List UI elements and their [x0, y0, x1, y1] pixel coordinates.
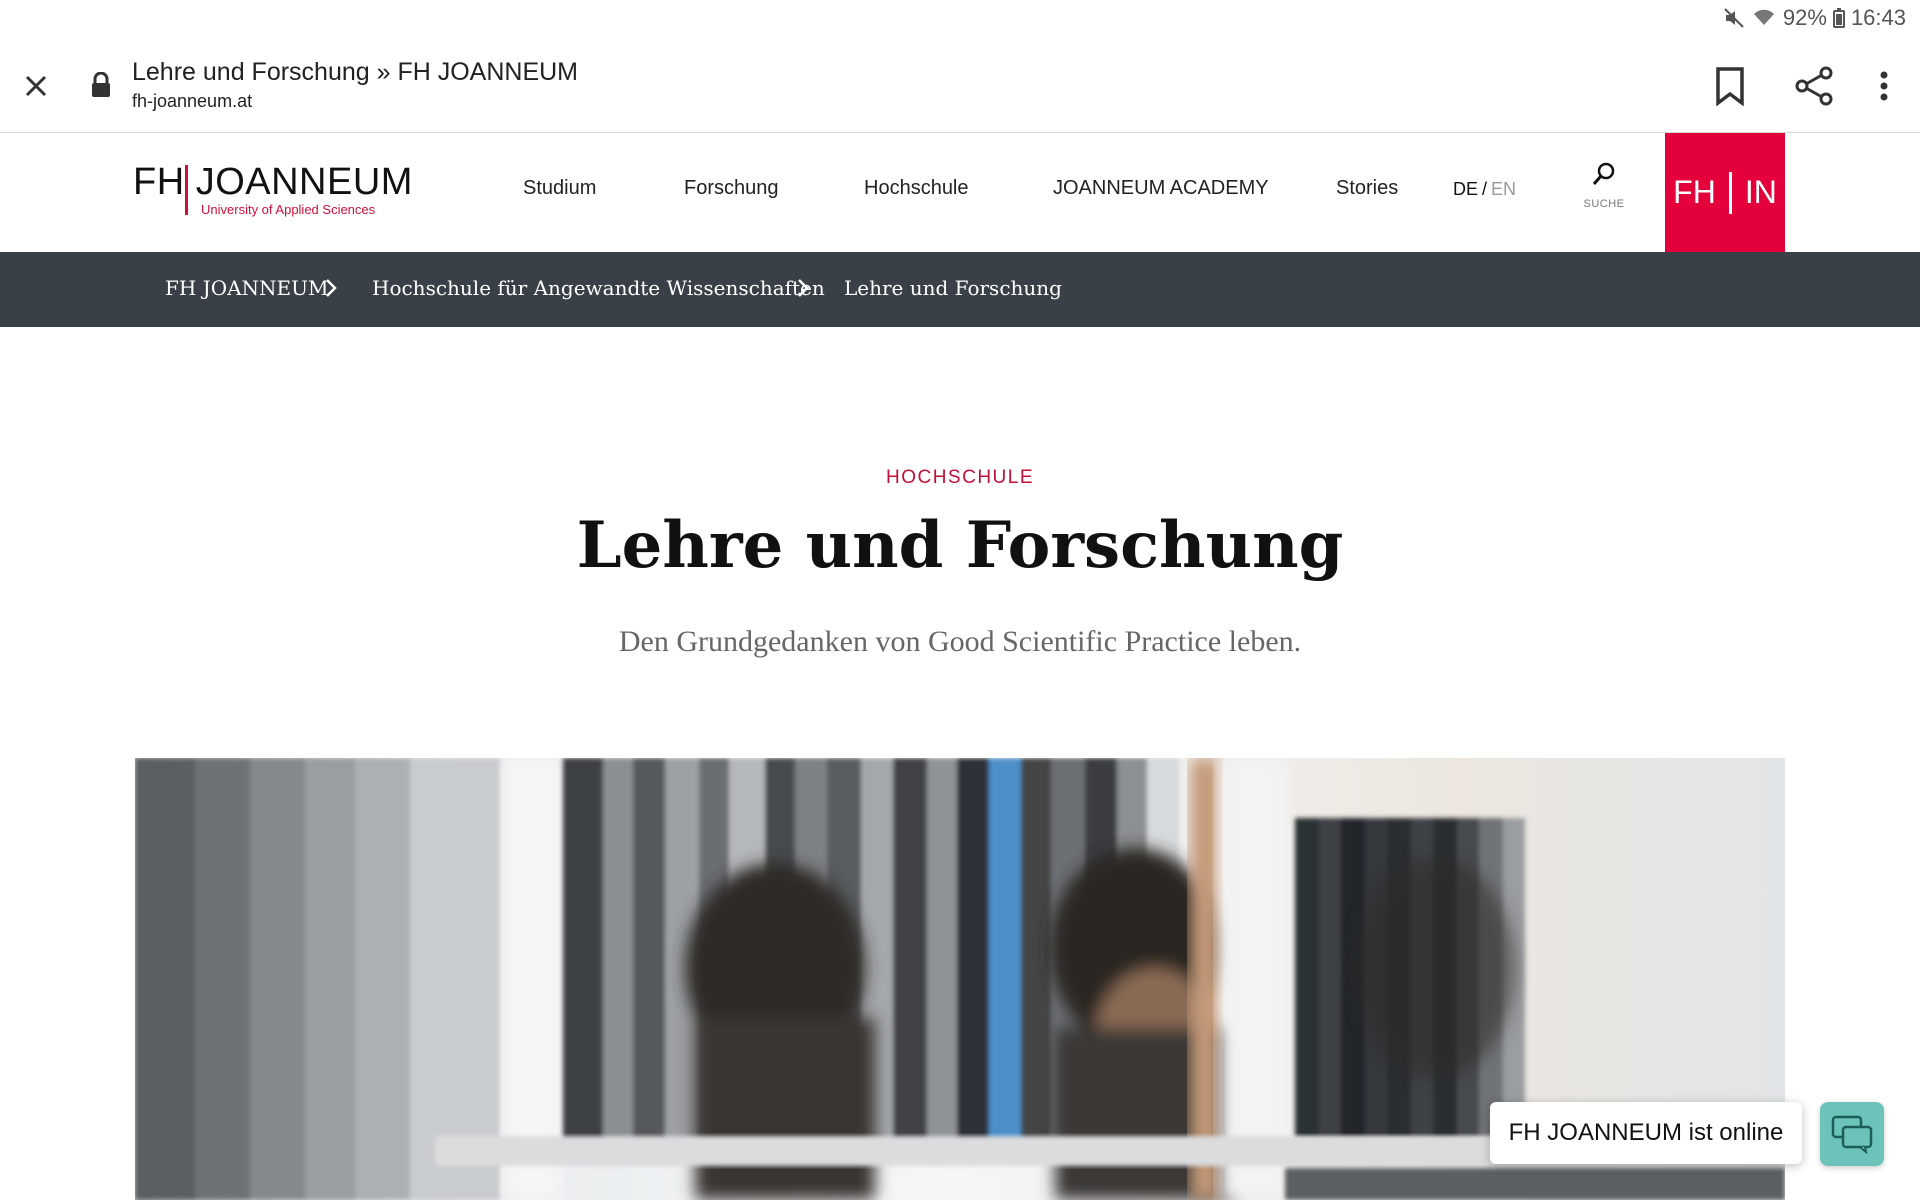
chat-icon: [1831, 1115, 1873, 1154]
nav-stories[interactable]: Stories: [1336, 177, 1398, 200]
close-icon: [25, 75, 47, 97]
page-subline: Den Grundgedanken von Good Scientific Pr…: [618, 625, 1302, 658]
site-logo[interactable]: FH JOANNEUM University of Applied Scienc…: [133, 161, 412, 221]
nav-forschung[interactable]: Forschung: [684, 177, 779, 200]
nav-studium[interactable]: Studium: [523, 177, 596, 200]
breadcrumb: FH JOANNEUM Hochschule für Angewandte Wi…: [0, 252, 1920, 327]
search-button[interactable]: SUCHE: [1570, 161, 1638, 221]
chat-status-bubble[interactable]: FH JOANNEUM ist online: [1490, 1102, 1802, 1164]
more-vert-icon: [1880, 71, 1888, 101]
fhin-divider: [1728, 171, 1732, 214]
lang-separator: /: [1482, 179, 1488, 199]
breadcrumb-item-home[interactable]: FH JOANNEUM: [165, 276, 328, 300]
share-icon: [1795, 66, 1833, 106]
site-header: FH JOANNEUM University of Applied Scienc…: [0, 133, 1920, 252]
clock: 16:43: [1850, 5, 1906, 30]
nav-hochschule[interactable]: Hochschule: [864, 177, 969, 200]
logo-subtitle: University of Applied Sciences: [201, 202, 376, 217]
wifi-icon: [1751, 7, 1777, 29]
battery-icon: [1832, 8, 1845, 28]
mute-icon: [1723, 7, 1745, 29]
more-options-button[interactable]: [1860, 62, 1908, 110]
fhin-left: FH: [1673, 174, 1716, 210]
page-headline: Lehre und Forschung: [576, 508, 1344, 583]
battery-percent: 92%: [1782, 5, 1827, 30]
fh-in-button[interactable]: FH IN: [1665, 133, 1785, 252]
status-bar: 92% 16:43: [0, 0, 1920, 38]
share-button[interactable]: [1790, 62, 1838, 110]
logo-text: FH JOANNEUM: [133, 161, 413, 203]
chat-open-button[interactable]: [1820, 1102, 1884, 1166]
section-kicker: HOCHSCHULE: [885, 467, 1035, 488]
page-url[interactable]: fh-joanneum.at: [132, 91, 252, 112]
chevron-right-icon: [324, 278, 338, 303]
browser-toolbar: Lehre und Forschung » FH JOANNEUM fh-joa…: [0, 38, 1920, 133]
lang-de[interactable]: DE: [1453, 179, 1478, 199]
language-switcher: DE / EN: [1453, 179, 1516, 200]
bookmark-icon: [1716, 67, 1744, 106]
lang-en[interactable]: EN: [1491, 179, 1516, 199]
lock-icon: [90, 71, 112, 103]
search-icon: [1592, 162, 1615, 185]
fhin-right: IN: [1744, 174, 1777, 210]
page-title: Lehre und Forschung » FH JOANNEUM: [132, 58, 579, 86]
status-icons: 92% 16:43: [1723, 5, 1906, 31]
logo-divider: [185, 165, 188, 215]
breadcrumb-item-current: Lehre und Forschung: [844, 276, 1062, 300]
bookmark-button[interactable]: [1706, 62, 1754, 110]
search-label: SUCHE: [1583, 198, 1625, 210]
chevron-right-icon: [796, 278, 810, 303]
breadcrumb-item-hochschule[interactable]: Hochschule für Angewandte Wissenschaften: [372, 276, 825, 300]
close-tab-button[interactable]: [16, 66, 56, 106]
nav-joanneum-academy[interactable]: JOANNEUM ACADEMY: [1053, 177, 1269, 200]
